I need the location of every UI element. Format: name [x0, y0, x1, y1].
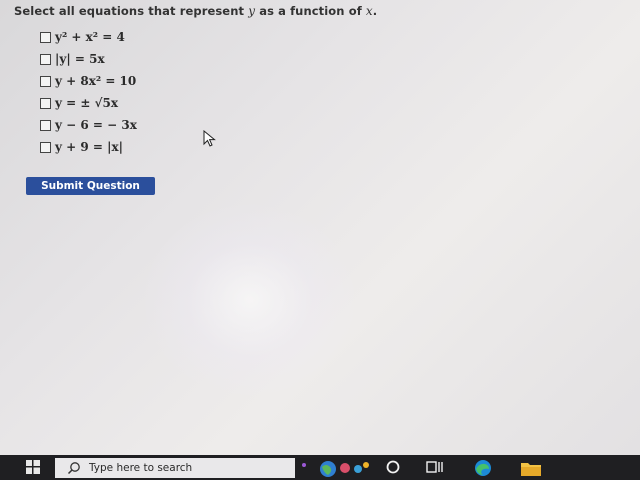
- option-5[interactable]: y − 6 = − 3x: [40, 114, 137, 136]
- task-view-icon[interactable]: [426, 459, 444, 475]
- cortana-icon[interactable]: [385, 459, 401, 475]
- weather-widget-icon[interactable]: [300, 459, 372, 477]
- submit-question-button[interactable]: Submit Question: [26, 177, 155, 195]
- mouse-cursor-icon: [203, 130, 216, 147]
- option-6-equation: y + 9 = |x|: [55, 140, 124, 154]
- option-1-equation: y² + x² = 4: [55, 30, 125, 44]
- option-1[interactable]: y² + x² = 4: [40, 26, 137, 48]
- option-2-equation: |y| = 5x: [55, 52, 105, 66]
- option-6-checkbox[interactable]: [40, 141, 51, 153]
- prompt-variable-y: y: [248, 4, 256, 18]
- option-3-checkbox[interactable]: [40, 75, 51, 87]
- option-4-equation: y = ± √5x: [55, 96, 119, 110]
- search-placeholder: Type here to search: [89, 462, 193, 474]
- option-2-checkbox[interactable]: [40, 53, 51, 65]
- option-3[interactable]: y + 8x² = 10: [40, 70, 137, 92]
- answer-options: y² + x² = 4 |y| = 5x y + 8x² = 10 y = ± …: [40, 26, 137, 158]
- assignment-page: Select all equations that represent y as…: [0, 0, 640, 455]
- windows-taskbar: Type here to search: [0, 455, 640, 480]
- option-5-equation: y − 6 = − 3x: [55, 118, 137, 132]
- option-6[interactable]: y + 9 = |x|: [40, 136, 137, 158]
- file-explorer-icon[interactable]: [520, 459, 542, 477]
- search-icon: [67, 462, 80, 475]
- option-2[interactable]: |y| = 5x: [40, 48, 137, 70]
- prompt-text-end: .: [372, 4, 378, 18]
- option-4-checkbox[interactable]: [40, 97, 51, 109]
- question-prompt: Select all equations that represent y as…: [14, 4, 377, 18]
- option-1-checkbox[interactable]: [40, 31, 51, 43]
- screen-glare: [140, 200, 360, 400]
- edge-icon[interactable]: [474, 459, 492, 477]
- prompt-variable-x: x: [365, 4, 373, 18]
- taskbar-search-box[interactable]: Type here to search: [55, 458, 295, 478]
- windows-start-icon[interactable]: [26, 460, 40, 474]
- prompt-text-start: Select all equations that represent: [14, 4, 245, 18]
- option-4[interactable]: y = ± √5x: [40, 92, 137, 114]
- option-3-equation: y + 8x² = 10: [55, 74, 137, 88]
- option-5-checkbox[interactable]: [40, 119, 51, 131]
- prompt-text-middle: as a function of: [259, 4, 362, 18]
